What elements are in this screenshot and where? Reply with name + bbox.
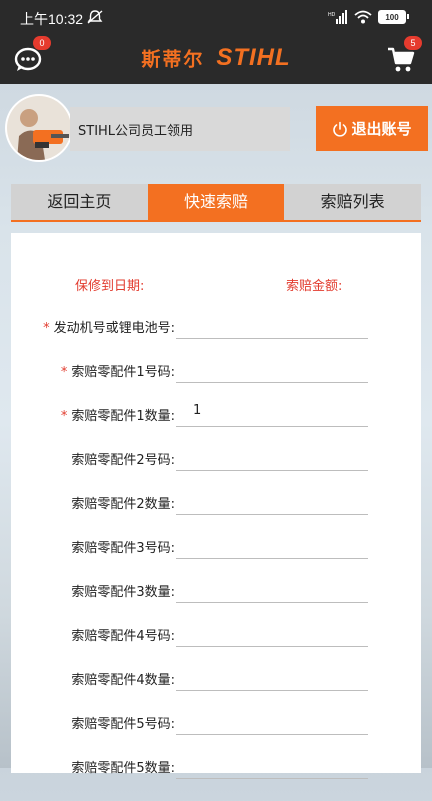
- tab-home[interactable]: 返回主页: [11, 184, 148, 220]
- field-label: 索赔零配件3号码:: [71, 537, 175, 556]
- logout-button[interactable]: 退出账号: [316, 106, 428, 151]
- mute-icon: [87, 10, 103, 24]
- field-input[interactable]: 1: [176, 395, 368, 427]
- field-label: 索赔零配件3数量:: [71, 581, 175, 600]
- tab-claim-list[interactable]: 索赔列表: [284, 184, 422, 220]
- field-input[interactable]: [176, 747, 368, 779]
- field-label-text: 索赔零配件1号码:: [71, 365, 175, 380]
- tab-quick-claim[interactable]: 快速索赔: [147, 184, 285, 220]
- battery-level: 100: [385, 12, 399, 22]
- field-label: 索赔零配件5号码:: [71, 713, 175, 732]
- user-name-box: STIHL公司员工领用: [70, 107, 290, 151]
- wifi-icon: [354, 10, 372, 24]
- field-input[interactable]: [176, 527, 368, 559]
- logout-label: 退出账号: [351, 120, 412, 138]
- avatar-image: [7, 96, 71, 160]
- field-label-text: 索赔零配件3数量:: [71, 585, 175, 600]
- field-label-text: 索赔零配件2数量:: [71, 497, 175, 512]
- claim-form: 保修到日期: 索赔金额: * 发动机号或锂电池号: * 索赔零配件1号码: * 索赔零配件…: [11, 233, 421, 779]
- field-label-text: 索赔零配件5号码:: [71, 717, 175, 732]
- avatar[interactable]: [7, 96, 71, 160]
- power-icon: [333, 121, 348, 137]
- field-input[interactable]: [176, 439, 368, 471]
- field-input[interactable]: [176, 703, 368, 735]
- field-input[interactable]: [176, 615, 368, 647]
- tab-bar: 返回主页 快速索赔 索赔列表: [11, 184, 422, 222]
- field-label-text: 索赔零配件2号码:: [71, 453, 175, 468]
- field-label: * 发动机号或锂电池号:: [43, 317, 175, 336]
- svg-text:HD: HD: [328, 12, 336, 18]
- field-input[interactable]: [176, 351, 368, 383]
- field-input[interactable]: [176, 483, 368, 515]
- signal-icon: HD: [328, 10, 347, 24]
- field-label-text: 索赔零配件3号码:: [71, 541, 175, 556]
- field-label: 索赔零配件5数量:: [71, 757, 175, 776]
- required-marker: *: [60, 365, 68, 380]
- status-time: 上午10:32: [20, 11, 84, 27]
- user-name: STIHL公司员工领用: [78, 124, 194, 139]
- field-label-text: 索赔零配件4数量:: [71, 673, 175, 688]
- brand-name-en: STIHL: [216, 44, 291, 71]
- field-label-text: 索赔零配件4号码:: [71, 629, 175, 644]
- warranty-date-label: 保修到日期:: [75, 279, 145, 294]
- form-field: 索赔零配件5数量:: [11, 757, 421, 801]
- top-bar: 0 斯蒂尔 STIHL 5: [0, 36, 432, 84]
- field-label-text: 索赔零配件1数量:: [71, 409, 175, 424]
- field-label: * 索赔零配件1号码:: [61, 361, 175, 380]
- field-input[interactable]: [176, 307, 368, 339]
- field-input[interactable]: [176, 659, 368, 691]
- required-marker: *: [60, 409, 68, 424]
- field-label: 索赔零配件2数量:: [71, 493, 175, 512]
- claim-amount-label: 索赔金额:: [286, 279, 343, 294]
- battery-icon: 100: [378, 10, 409, 24]
- field-label: * 索赔零配件1数量:: [61, 405, 175, 424]
- field-label-text: 索赔零配件5数量:: [71, 761, 175, 776]
- field-label-text: 发动机号或锂电池号:: [53, 321, 175, 336]
- required-marker: *: [43, 321, 50, 336]
- status-bar: 上午10:32 HD 100: [0, 0, 432, 36]
- brand-logo: 斯蒂尔 STIHL: [0, 44, 432, 72]
- field-label: 索赔零配件4号码:: [71, 625, 175, 644]
- cart-badge: 5: [404, 36, 422, 50]
- field-label: 索赔零配件4数量:: [71, 669, 175, 688]
- brand-name-cn: 斯蒂尔: [141, 48, 205, 71]
- field-label: 索赔零配件2号码:: [71, 449, 175, 468]
- field-input[interactable]: [176, 571, 368, 603]
